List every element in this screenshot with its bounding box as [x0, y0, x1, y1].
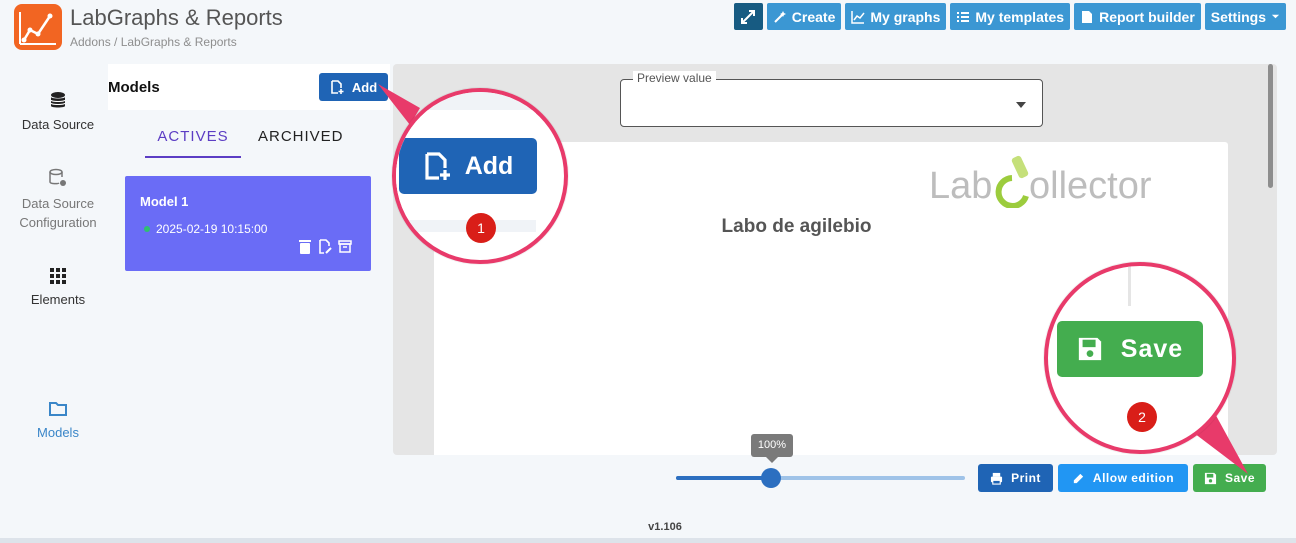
model-card-actions	[298, 239, 352, 254]
tab-archived[interactable]: ARCHIVED	[258, 118, 344, 158]
nav-label-data-source-configuration: Data Source Configuration	[19, 196, 97, 230]
save-button[interactable]: Save	[1193, 464, 1266, 492]
print-button[interactable]: Print	[978, 464, 1053, 492]
callout-add-label: Add	[464, 151, 514, 180]
floppy-disk-icon	[1078, 337, 1101, 361]
archive-icon[interactable]	[338, 239, 352, 254]
create-button[interactable]: Create	[766, 3, 842, 30]
app-title: LabGraphs & Reports	[70, 5, 283, 30]
nav-label-elements: Elements	[30, 292, 86, 307]
preview-value-label: Preview value	[633, 71, 716, 85]
line-chart-icon	[851, 10, 865, 24]
report-builder-button[interactable]: Report builder	[1074, 3, 1201, 30]
app-logo	[14, 4, 62, 50]
add-model-button[interactable]: Add	[319, 73, 388, 101]
my-templates-button[interactable]: My templates	[950, 3, 1071, 30]
callout-save-button: Save	[1057, 321, 1203, 377]
preview-value-select[interactable]: Preview value	[620, 71, 1043, 127]
zoom-tooltip: 100%	[751, 434, 793, 463]
my-graphs-button[interactable]: My graphs	[845, 3, 947, 30]
allow-edition-button[interactable]: Allow edition	[1058, 464, 1188, 492]
print-label: Print	[1011, 471, 1041, 485]
preview-scrollbar[interactable]	[1268, 64, 1273, 188]
bottom-divider	[0, 538, 1296, 543]
list-icon	[957, 11, 970, 22]
nav-data-source-configuration[interactable]: Data Source Configuration	[0, 168, 116, 232]
file-add-icon	[425, 152, 450, 180]
report-builder-label: Report builder	[1099, 8, 1195, 25]
nav-label-data-source: Data Source	[21, 117, 95, 132]
database-icon	[50, 92, 66, 108]
document-icon	[1082, 10, 1093, 23]
app-header: LabGraphs & Reports Addons / LabGraphs &…	[0, 0, 1296, 56]
svg-text:ollector: ollector	[1029, 165, 1152, 207]
create-label: Create	[791, 8, 836, 25]
file-add-icon	[331, 80, 344, 94]
models-tabs: ACTIVES ARCHIVED	[145, 118, 355, 158]
labcollector-logo: Lab ollector	[929, 154, 1169, 209]
callout-badge-2: 2	[1127, 402, 1157, 432]
settings-dropdown[interactable]: Settings	[1204, 3, 1286, 30]
callout-save-label: Save	[1120, 334, 1184, 363]
save-label: Save	[1224, 471, 1256, 485]
model-date: 2025-02-19 10:15:00	[156, 222, 268, 236]
magic-wand-icon	[774, 10, 786, 23]
caret-down-icon	[1016, 102, 1026, 108]
models-title: Models	[108, 79, 160, 96]
database-gear-icon	[49, 168, 66, 186]
my-graphs-label: My graphs	[870, 8, 941, 25]
floppy-disk-icon	[1204, 472, 1217, 484]
grid-icon	[50, 268, 66, 284]
allow-edition-label: Allow edition	[1092, 471, 1175, 485]
callout-add-button: Add	[399, 138, 537, 194]
callout-add-zoom: Add 1	[392, 88, 568, 264]
callout-badge-1: 1	[466, 213, 496, 243]
top-toolbar: Create My graphs My templates Report bui…	[733, 3, 1286, 30]
tab-actives[interactable]: ACTIVES	[145, 118, 241, 158]
nav-elements[interactable]: Elements	[0, 266, 116, 307]
chevron-down-icon	[1271, 14, 1280, 19]
fullscreen-button[interactable]	[733, 3, 763, 30]
my-templates-label: My templates	[975, 8, 1065, 25]
nav-models[interactable]: Models	[0, 399, 116, 440]
pencil-icon	[1073, 473, 1084, 483]
model-card[interactable]: Model 1 2025-02-19 10:15:00	[125, 176, 371, 271]
status-dot-icon	[144, 226, 150, 232]
svg-text:Lab: Lab	[929, 165, 992, 207]
edit-file-icon[interactable]	[318, 239, 332, 254]
add-model-label: Add	[351, 79, 378, 95]
zoom-slider[interactable]	[676, 468, 965, 488]
trash-icon[interactable]	[298, 239, 312, 254]
zoom-slider-fill	[676, 476, 772, 480]
model-name: Model 1	[140, 194, 189, 209]
zoom-slider-thumb[interactable]	[761, 468, 782, 488]
nav-data-source[interactable]: Data Source	[0, 91, 116, 132]
breadcrumb: Addons / LabGraphs & Reports	[70, 35, 237, 49]
callout-save-zoom: Save 2	[1044, 262, 1236, 454]
folder-icon	[49, 402, 67, 416]
expand-icon	[741, 9, 756, 24]
version-label: v1.106	[648, 521, 682, 533]
callout-2-divider	[1128, 266, 1131, 306]
nav-label-models: Models	[37, 425, 79, 440]
printer-icon	[991, 472, 1003, 485]
settings-label: Settings	[1210, 8, 1266, 25]
